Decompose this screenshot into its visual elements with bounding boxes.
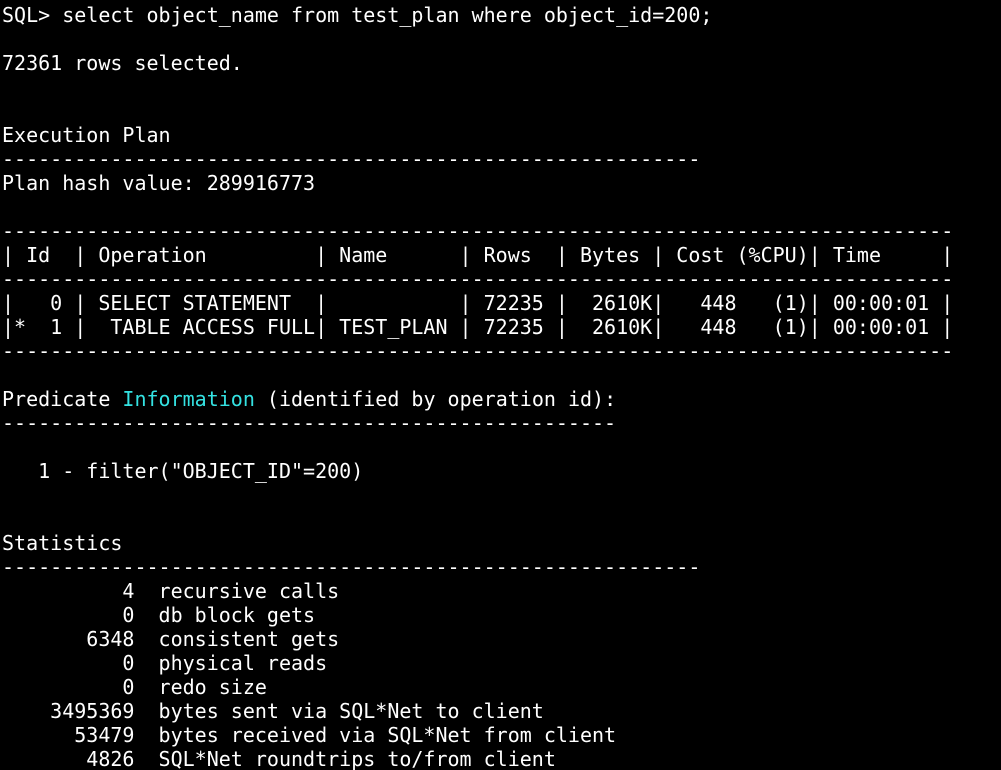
- table-border-mid: ----------------------------------------…: [2, 267, 954, 291]
- statistic-line: 4 recursive calls: [2, 579, 340, 603]
- terminal-window[interactable]: SQL> select object_name from test_plan w…: [0, 0, 1001, 770]
- separator-line: ----------------------------------------…: [2, 147, 701, 171]
- statistic-line: 6348 consistent gets: [2, 627, 340, 651]
- statistic-line: 0 physical reads: [2, 651, 328, 675]
- predicate-prefix: Predicate: [2, 387, 123, 411]
- statistic-line: 0 redo size: [2, 675, 267, 699]
- table-border-bottom: ----------------------------------------…: [2, 339, 954, 363]
- predicate-suffix: (identified by operation id):: [254, 387, 617, 411]
- sql-command-line: SQL> select object_name from test_plan w…: [2, 3, 713, 27]
- plan-table-row: | 0 | SELECT STATEMENT | | 72235 | 2610K…: [2, 291, 954, 315]
- plan-table-row: |* 1 | TABLE ACCESS FULL| TEST_PLAN | 72…: [2, 315, 954, 339]
- statistic-line: 3495369 bytes sent via SQL*Net to client: [2, 699, 544, 723]
- statistic-line: 53479 bytes received via SQL*Net from cl…: [2, 723, 617, 747]
- statistic-line: 4826 SQL*Net roundtrips to/from client: [2, 747, 556, 770]
- separator-line: ----------------------------------------…: [2, 555, 701, 579]
- statistic-line: 0 db block gets: [2, 603, 316, 627]
- statistics-heading: Statistics: [2, 531, 123, 555]
- plan-table-header: | Id | Operation | Name | Rows | Bytes |…: [2, 243, 954, 267]
- plan-hash-line: Plan hash value: 289916773: [2, 171, 316, 195]
- predicate-heading: Predicate Information (identified by ope…: [2, 387, 1001, 411]
- execution-plan-heading: Execution Plan: [2, 123, 171, 147]
- rows-selected-line: 72361 rows selected.: [2, 51, 243, 75]
- predicate-filter-line: 1 - filter("OBJECT_ID"=200): [2, 459, 364, 483]
- table-border-top: ----------------------------------------…: [2, 219, 954, 243]
- predicate-highlight: Information: [122, 387, 255, 411]
- separator-line: ----------------------------------------…: [2, 411, 617, 435]
